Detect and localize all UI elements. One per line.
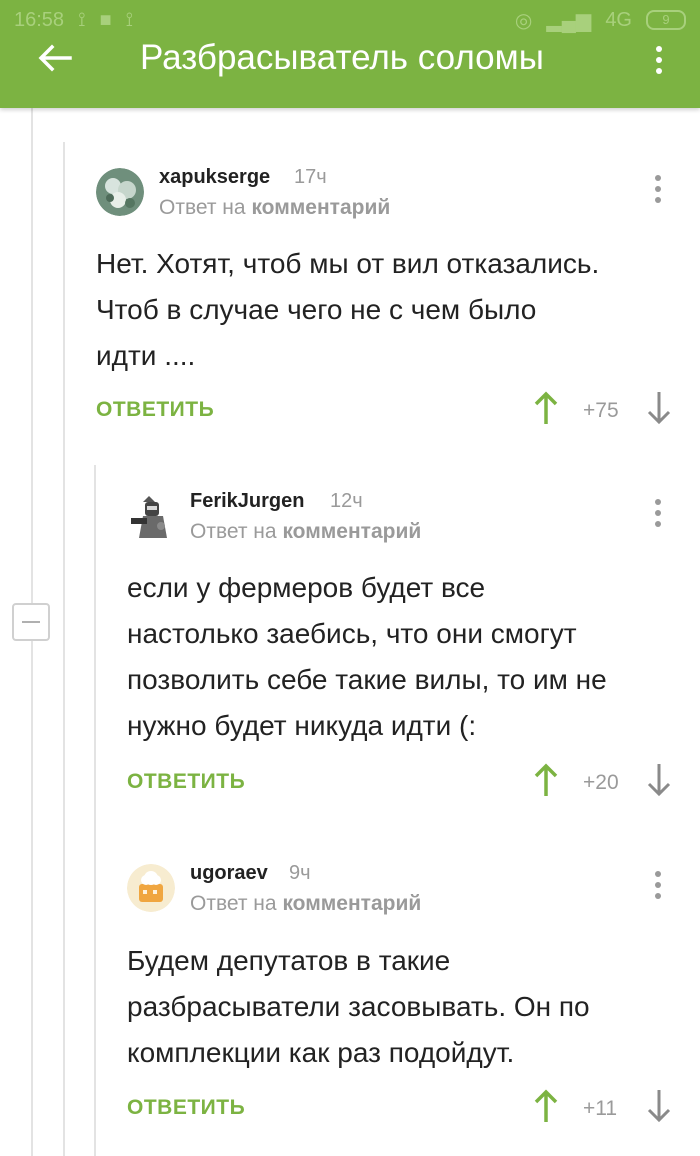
reply-button[interactable]: ОТВЕТИТЬ [127,770,245,794]
reply-to-link[interactable]: комментарий [282,520,421,543]
more-vertical-icon [656,46,662,52]
rating-count: +11 [583,1097,618,1120]
collapse-thread-button[interactable] [12,603,50,641]
reply-to: Ответ на комментарий [190,520,421,544]
comment-line: Будем депутатов в такие [127,945,451,976]
more-vertical-icon [655,499,661,505]
comment: ugoraev 9ч Ответ на комментарий Будем де… [127,862,687,1132]
comment-line: настолько заебись, что они смогут [127,618,577,649]
arrow-down-icon [647,392,671,425]
status-bar: 16:58 ⟟ ■ ⟟ ◎ ▂▄▆ 4G 9 [0,0,700,40]
reply-button[interactable]: ОТВЕТИТЬ [96,398,214,422]
comment-username[interactable]: xapukserge [159,166,270,189]
arrow-down-icon [647,764,671,797]
status-right: ◎ ▂▄▆ 4G 9 [515,8,686,33]
status-left: 16:58 ⟟ ■ ⟟ [14,9,133,32]
comment-body: Будем депутатов в такие разбрасыватели з… [127,938,687,1076]
back-button[interactable] [30,38,80,78]
comment-line: разбрасыватели засовывать. Он по [127,991,590,1022]
rating-count: +75 [583,399,619,422]
comment-menu-button[interactable] [651,172,665,206]
comment-line: комплекции как раз подойдут. [127,1037,515,1068]
page-title: Разбрасыватель соломы [140,38,544,77]
arrow-up-icon [534,763,558,796]
comment-time: 12ч [330,490,363,512]
avatar-image [96,168,144,216]
network-type: 4G [605,8,632,31]
downvote-button[interactable] [646,1089,672,1129]
comment-menu-button[interactable] [651,496,665,530]
reply-to-prefix: Ответ на [159,196,246,219]
reply-to-link[interactable]: комментарий [282,892,421,915]
arrow-up-icon [534,1089,558,1122]
upvote-button[interactable] [533,1089,559,1129]
avatar[interactable] [127,492,175,540]
status-time: 16:58 [14,8,65,31]
comment-line: позволить себе такие вилы, то им не [127,664,607,695]
alarm-icon: ◎ [514,9,533,32]
thread-line-level2 [94,465,96,1156]
minus-icon [22,621,40,623]
avatar-image [127,492,175,540]
arrow-left-icon [38,44,72,72]
upvote-button[interactable] [533,391,559,431]
reply-button[interactable]: ОТВЕТИТЬ [127,1096,245,1120]
reply-to-prefix: Ответ на [190,520,277,543]
comment-body: если у фермеров будет все настолько заеб… [127,565,687,749]
comment-time: 9ч [289,862,311,884]
comment-body: Нет. Хотят, чтоб мы от вил отказались. Ч… [96,241,686,379]
app-bar: 16:58 ⟟ ■ ⟟ ◎ ▂▄▆ 4G 9 Разбрасыватель со… [0,0,700,108]
downvote-button[interactable] [646,763,672,803]
comment-username[interactable]: ugoraev [190,862,268,885]
reply-to: Ответ на комментарий [190,892,421,916]
comment-line: если у фермеров будет все [127,572,486,603]
comment-username[interactable]: FerikJurgen [190,490,304,513]
avatar[interactable] [96,168,144,216]
avatar[interactable] [127,864,175,912]
comment: xapukserge 17ч Ответ на комментарий Нет.… [96,166,686,436]
more-options-button[interactable] [644,40,674,80]
upvote-button[interactable] [533,763,559,803]
more-vertical-icon [655,871,661,877]
more-vertical-icon [655,175,661,181]
signal-icon: ▂▄▆ [546,9,592,32]
comment-line: нужно будет никуда идти (: [127,710,477,741]
reply-to: Ответ на комментарий [159,196,390,220]
notification-icon: ⟟ [125,8,134,31]
arrow-up-icon [534,391,558,424]
notification-icon: ⟟ [78,8,86,31]
comment-menu-button[interactable] [651,868,665,902]
battery-icon: 9 [646,10,686,30]
comment-line: идти .... [96,340,196,371]
comment-line: Нет. Хотят, чтоб мы от вил отказались. [96,248,600,279]
comment-time: 17ч [294,166,327,188]
reply-to-link[interactable]: комментарий [251,196,390,219]
reply-to-prefix: Ответ на [190,892,277,915]
facebook-icon: ■ [99,8,112,31]
comment: FerikJurgen 12ч Ответ на комментарий есл… [127,490,687,810]
comment-line: Чтоб в случае чего не с чем было [96,294,537,325]
downvote-button[interactable] [646,391,672,431]
thread-line-level1 [63,142,65,1156]
rating-count: +20 [583,771,619,794]
arrow-down-icon [647,1090,671,1123]
avatar-image [127,864,175,912]
